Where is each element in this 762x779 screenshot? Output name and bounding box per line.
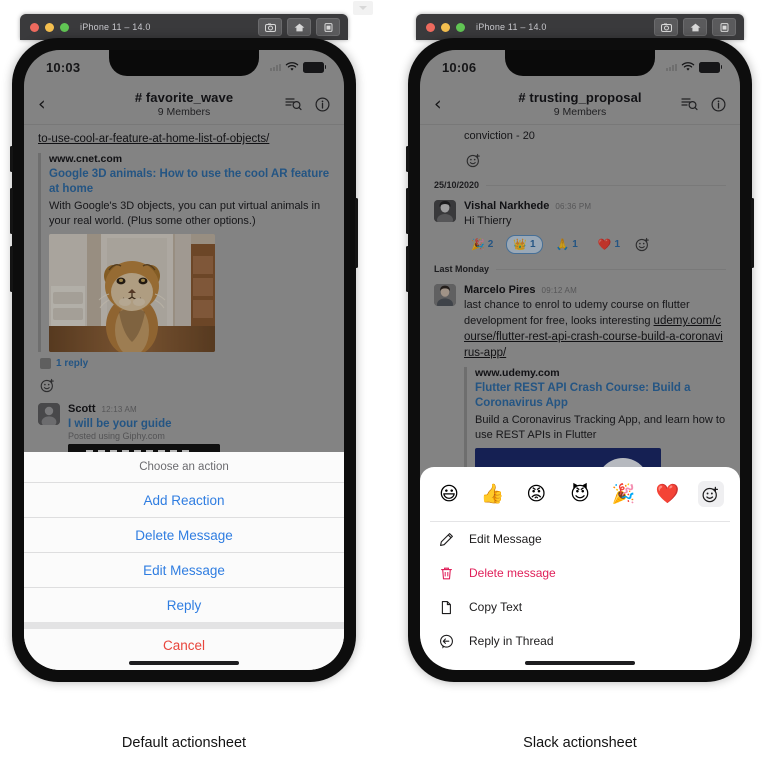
window-drag-marker — [353, 1, 373, 15]
trash-icon — [438, 566, 455, 581]
actionsheet-item-reply[interactable]: Reply — [24, 587, 344, 622]
window-traffic-lights[interactable] — [30, 22, 69, 32]
slack-actionsheet[interactable]: 😃 👍 😡 😈 🎉 ❤️ Edit Message Delete message… — [420, 467, 740, 670]
simulator-window-right: iPhone 11 – 14.0 10:06 ‹ # trusting_prop… — [406, 14, 754, 682]
phone-screen-left: 10:03 ‹ # favorite_wave 9 Members to-use… — [24, 50, 344, 670]
slack-action-label: Reply in Thread — [469, 634, 554, 648]
reaction-emoji-devil[interactable]: 😈 — [567, 481, 593, 507]
caption-default-actionsheet: Default actionsheet — [121, 735, 247, 751]
home-icon[interactable] — [683, 18, 707, 36]
slack-action-reply-in-thread[interactable]: Reply in Thread — [420, 624, 740, 658]
phone-frame-left: 10:03 ‹ # favorite_wave 9 Members to-use… — [10, 38, 358, 682]
volume-down-button[interactable] — [10, 246, 13, 292]
home-indicator[interactable] — [525, 661, 635, 665]
power-button[interactable] — [355, 198, 358, 268]
slack-action-label: Edit Message — [469, 532, 542, 546]
reaction-emoji-tada[interactable]: 🎉 — [611, 481, 637, 507]
volume-down-button[interactable] — [406, 246, 409, 292]
home-icon[interactable] — [287, 18, 311, 36]
simulator-toolbar-buttons[interactable] — [258, 18, 340, 36]
reaction-emoji-smile[interactable]: 😃 — [436, 481, 462, 507]
caption-slack-actionsheet: Slack actionsheet — [523, 735, 637, 751]
simulator-titlebar-right[interactable]: iPhone 11 – 14.0 — [416, 14, 744, 40]
slack-action-copy-text[interactable]: Copy Text — [420, 590, 740, 624]
window-traffic-lights[interactable] — [426, 22, 465, 32]
minimize-button[interactable] — [441, 22, 450, 32]
actionsheet-separator — [24, 622, 344, 629]
phone-frame-right: 10:06 ‹ # trusting_proposal 9 Members co… — [406, 38, 754, 682]
phone-screen-right: 10:06 ‹ # trusting_proposal 9 Members co… — [420, 50, 740, 670]
slack-action-edit-message[interactable]: Edit Message — [420, 522, 740, 556]
actionsheet-item-delete-message[interactable]: Delete Message — [24, 517, 344, 552]
simulator-titlebar-left[interactable]: iPhone 11 – 14.0 — [20, 14, 348, 40]
close-button[interactable] — [426, 22, 435, 32]
camera-icon[interactable] — [654, 18, 678, 36]
slack-action-label: Copy Text — [469, 600, 523, 614]
quick-reaction-row[interactable]: 😃 👍 😡 😈 🎉 ❤️ — [420, 467, 740, 521]
mute-switch[interactable] — [10, 146, 13, 172]
power-button[interactable] — [751, 198, 754, 268]
volume-up-button[interactable] — [10, 188, 13, 234]
reaction-emoji-angry[interactable]: 😡 — [523, 481, 549, 507]
actionsheet-item-add-reaction[interactable]: Add Reaction — [24, 482, 344, 517]
simulator-window-left: iPhone 11 – 14.0 10:03 ‹ # favorite_wave… — [10, 14, 358, 682]
camera-icon[interactable] — [258, 18, 282, 36]
minimize-button[interactable] — [45, 22, 54, 32]
simulator-title: iPhone 11 – 14.0 — [80, 22, 151, 32]
maximize-button[interactable] — [456, 22, 465, 32]
pencil-icon — [438, 532, 455, 547]
actionsheet-title: Choose an action — [139, 461, 229, 473]
add-reaction-icon[interactable] — [697, 481, 724, 507]
maximize-button[interactable] — [60, 22, 69, 32]
mute-switch[interactable] — [406, 146, 409, 172]
slack-action-label: Delete message — [469, 566, 556, 580]
rotate-icon[interactable] — [712, 18, 736, 36]
close-button[interactable] — [30, 22, 39, 32]
document-icon — [438, 600, 455, 615]
simulator-title: iPhone 11 – 14.0 — [476, 22, 547, 32]
reaction-emoji-heart[interactable]: ❤️ — [654, 481, 680, 507]
chevron-down-icon — [359, 5, 367, 10]
actionsheet-item-edit-message[interactable]: Edit Message — [24, 552, 344, 587]
volume-up-button[interactable] — [406, 188, 409, 234]
default-actionsheet[interactable]: Choose an action Add Reaction Delete Mes… — [24, 452, 344, 670]
slack-action-delete-message[interactable]: Delete message — [420, 556, 740, 590]
simulator-toolbar-buttons[interactable] — [654, 18, 736, 36]
home-indicator[interactable] — [129, 661, 239, 665]
reaction-emoji-thumbsup[interactable]: 👍 — [480, 481, 506, 507]
rotate-icon[interactable] — [316, 18, 340, 36]
thread-icon — [438, 634, 455, 649]
actionsheet-cancel-button[interactable]: Cancel — [24, 629, 344, 661]
